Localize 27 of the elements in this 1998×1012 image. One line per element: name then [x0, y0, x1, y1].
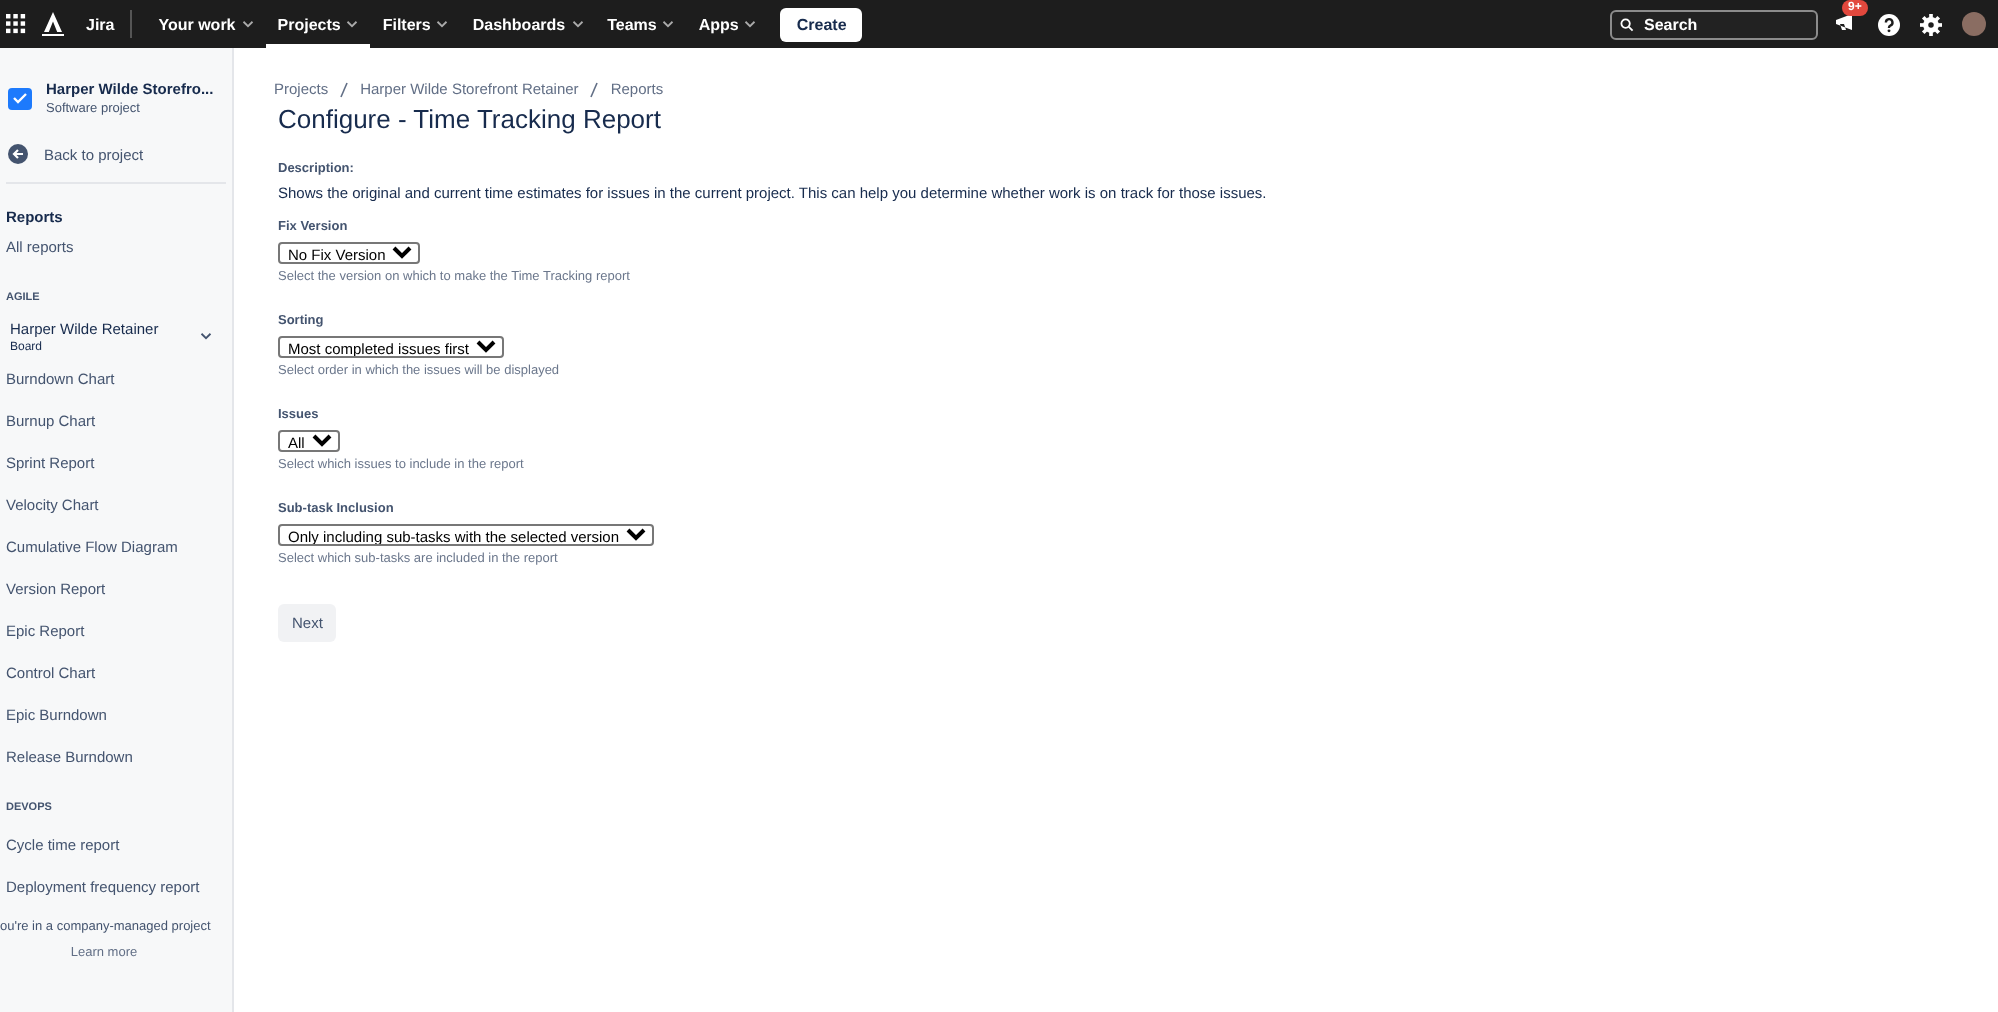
nav-menu[interactable]: Projects [265, 0, 371, 48]
caret-icon [436, 20, 449, 28]
caret-icon [662, 20, 675, 28]
search-field[interactable]: Search [1610, 9, 1818, 39]
slash-separator-icon [590, 81, 599, 97]
back-arrow-icon [8, 144, 28, 164]
nav-menu[interactable]: Dashboards [460, 0, 596, 48]
app-switcher-icon[interactable] [6, 14, 26, 34]
caret-icon [241, 20, 254, 28]
nav-menu[interactable]: Apps [686, 0, 769, 48]
megaphone-icon[interactable] [1834, 10, 1858, 34]
nav-menu[interactable]: Teams [595, 0, 687, 48]
create-button[interactable]: Create [780, 7, 863, 41]
caret-icon [200, 332, 212, 340]
page-title: Configure - Time Tracking Report [278, 104, 663, 134]
help-icon[interactable] [1878, 13, 1900, 35]
project-icon [8, 88, 32, 110]
slash-separator-icon [340, 81, 349, 97]
caret-icon [346, 20, 359, 28]
caret-icon [744, 20, 757, 28]
nav-menu[interactable]: Filters [370, 0, 461, 48]
caret-icon [571, 20, 584, 28]
settings-icon[interactable] [1920, 13, 1942, 35]
avatar[interactable] [1962, 12, 1986, 36]
nav-menu[interactable]: Your work [146, 0, 266, 48]
product-name: Jira [86, 15, 115, 33]
logo-icon[interactable] [42, 12, 64, 36]
